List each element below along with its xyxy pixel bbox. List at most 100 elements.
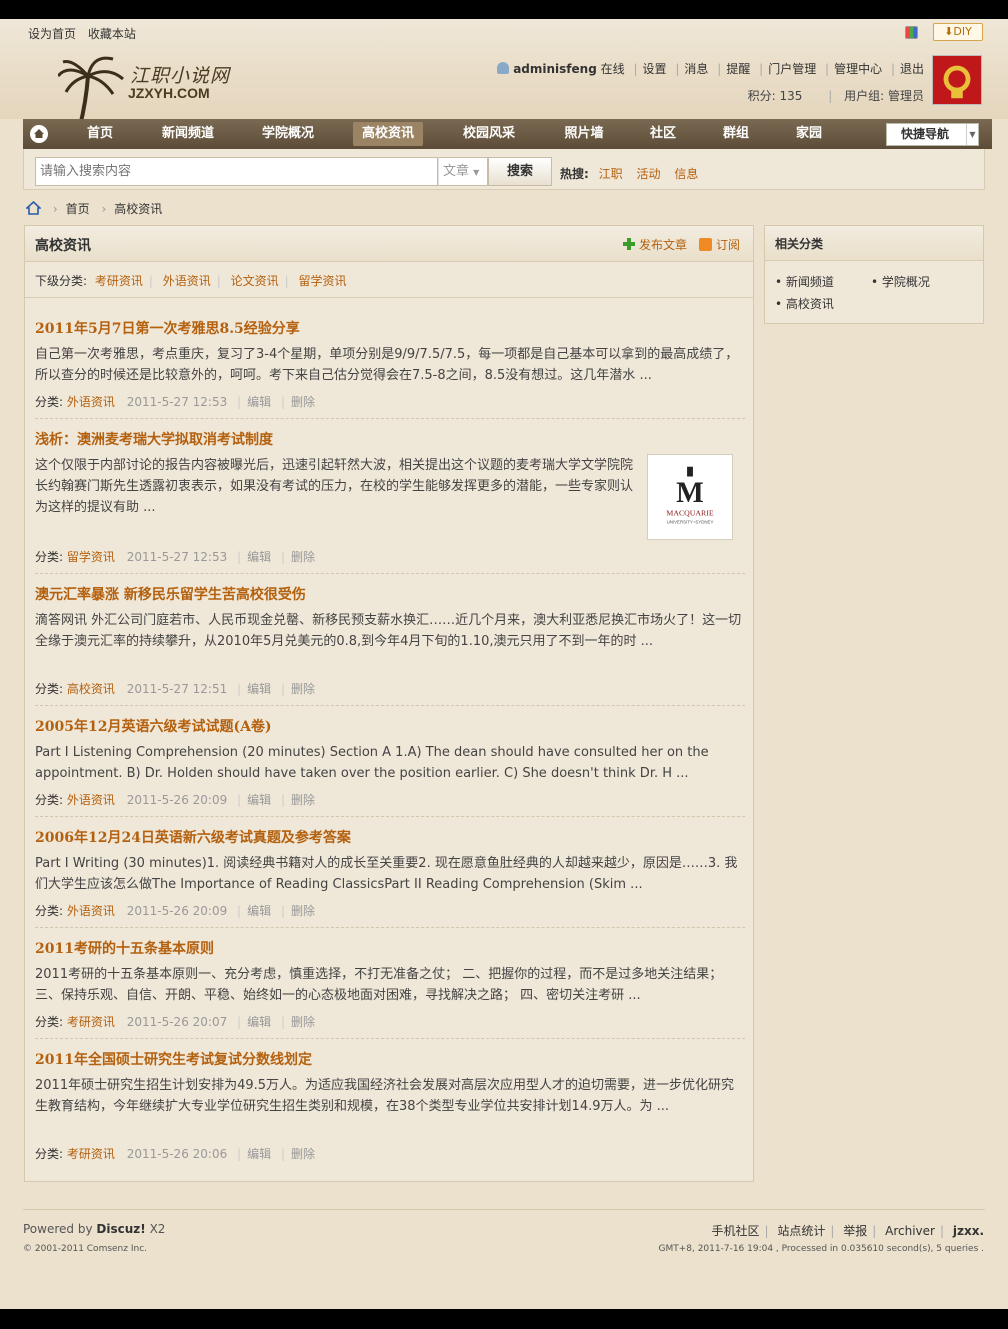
sidebar-item[interactable]: • 学院概况 [871, 273, 930, 290]
article-category[interactable]: 考研资讯 [67, 1147, 115, 1161]
admin-center-link[interactable]: 管理中心 [834, 62, 882, 76]
logout-link[interactable]: 退出 [900, 62, 924, 76]
delete-link[interactable]: 删除 [291, 1147, 315, 1161]
nav-item-home[interactable]: 首页 [75, 119, 125, 149]
article-item: 2011年全国硕士研究生考试复试分数线划定 2011年硕士研究生招生计划安排为4… [35, 1049, 745, 1161]
avatar[interactable] [932, 55, 982, 105]
svg-text:MACQUARIE: MACQUARIE [666, 509, 713, 518]
delete-link[interactable]: 删除 [291, 1015, 315, 1029]
bottom-black-bar [0, 1309, 1008, 1329]
quick-nav-button[interactable]: 快捷导航 ▼ [886, 123, 979, 146]
mobile-link[interactable]: 手机社区 [711, 1224, 759, 1238]
article-thumbnail[interactable]: M MACQUARIE UNIVERSITY~SYDNEY [647, 454, 733, 540]
nav-item-university-news[interactable]: 高校资讯 [353, 122, 423, 146]
discuz-link[interactable]: Discuz! [96, 1222, 145, 1236]
diy-button[interactable]: ⬇DIY [933, 23, 983, 41]
search-bar: 文章 ▼ 搜索 热搜: 江职 活动 信息 [23, 149, 985, 190]
edit-link[interactable]: 编辑 [247, 395, 271, 409]
article-category[interactable]: 留学资讯 [67, 550, 115, 564]
search-type-select[interactable]: 文章 ▼ [438, 157, 488, 186]
article-summary: 滴答网讯 外汇公司门庭若市、人民币现金兑罄、新移民预支薪水换汇……近几个月来，澳… [35, 613, 742, 649]
breadcrumb-home[interactable]: 首页 [66, 202, 90, 216]
report-link[interactable]: 举报 [843, 1224, 867, 1238]
article-category[interactable]: 外语资讯 [67, 904, 115, 918]
subcat-link[interactable]: 留学资讯 [299, 274, 347, 288]
article-category[interactable]: 外语资讯 [67, 395, 115, 409]
subscribe-link[interactable]: 订阅 [699, 236, 740, 253]
article-title[interactable]: 2011考研的十五条基本原则 [35, 938, 745, 958]
article-title[interactable]: 2011年5月7日第一次考雅思8.5经验分享 [35, 318, 745, 338]
user-bar: adminisfeng 在线 | 设置 | 消息 | 提醒 | 门户管理 | 管理中心 |… [497, 60, 924, 77]
home-icon[interactable] [26, 201, 41, 215]
subcat-link[interactable]: 论文资讯 [231, 274, 279, 288]
settings-link[interactable]: 设置 [643, 62, 667, 76]
powered-by: Powered by Discuz! X2 [23, 1222, 166, 1236]
article-title[interactable]: 2011年全国硕士研究生考试复试分数线划定 [35, 1049, 745, 1069]
stats-link[interactable]: 站点统计 [777, 1224, 825, 1238]
delete-link[interactable]: 删除 [291, 904, 315, 918]
nav-item-news[interactable]: 新闻频道 [153, 119, 223, 149]
user-group-link[interactable]: 用户组: 管理员 [844, 89, 924, 103]
delete-link[interactable]: 删除 [291, 395, 315, 409]
username-link[interactable]: adminisfeng [513, 62, 597, 76]
article-title[interactable]: 澳元汇率暴涨 新移民乐留学生苦高校很受伤 [35, 584, 745, 604]
article-date: 2011-5-26 20:07 [126, 1015, 228, 1029]
points-link[interactable]: 积分: 135 [748, 89, 803, 103]
edit-link[interactable]: 编辑 [247, 1015, 271, 1029]
article-title[interactable]: 2006年12月24日英语新六级考试真题及参考答案 [35, 827, 745, 847]
nav-item-community[interactable]: 社区 [643, 119, 683, 149]
hot-search-item[interactable]: 江职 [599, 167, 623, 181]
nav-item-home-space[interactable]: 家园 [789, 119, 829, 149]
processing-stats: GMT+8, 2011-7-16 19:04 , Processed in 0.… [658, 1244, 984, 1254]
reminders-link[interactable]: 提醒 [726, 62, 750, 76]
article-list-panel: 高校资讯 发布文章 订阅 下级分类: 考研资讯 | 外语资讯 | 论文资讯 | 留学资… [24, 225, 754, 1182]
article-title[interactable]: 2005年12月英语六级考试试题(A卷) [35, 716, 745, 736]
edit-link[interactable]: 编辑 [247, 793, 271, 807]
article-category[interactable]: 考研资讯 [67, 1015, 115, 1029]
article-item: 2005年12月英语六级考试试题(A卷) Part I Listening Co… [35, 716, 745, 817]
article-item: 浅析：澳洲麦考瑞大学拟取消考试制度 这个仅限于内部讨论的报告内容被曝光后，迅速引… [35, 429, 745, 574]
article-title[interactable]: 浅析：澳洲麦考瑞大学拟取消考试制度 [35, 429, 745, 449]
article-category[interactable]: 外语资讯 [67, 793, 115, 807]
article-summary: Part I Listening Comprehension (20 minut… [35, 745, 709, 781]
article-item: 澳元汇率暴涨 新移民乐留学生苦高校很受伤 滴答网讯 外汇公司门庭若市、人民币现金… [35, 584, 745, 706]
online-status: 在线 [600, 62, 625, 76]
post-article-link[interactable]: 发布文章 [623, 236, 687, 253]
sidebar-item[interactable]: • 高校资讯 [775, 295, 834, 312]
messages-link[interactable]: 消息 [684, 62, 708, 76]
hot-search-item[interactable]: 信息 [674, 167, 698, 181]
sidebar-item[interactable]: • 新闻频道 [775, 273, 834, 290]
nav-item-photos[interactable]: 照片墙 [556, 119, 612, 149]
nav-item-groups[interactable]: 群组 [716, 119, 756, 149]
search-button[interactable]: 搜索 [488, 157, 552, 186]
edit-link[interactable]: 编辑 [247, 904, 271, 918]
breadcrumb-current[interactable]: 高校资讯 [114, 202, 162, 216]
edit-link[interactable]: 编辑 [247, 550, 271, 564]
header: 设为首页 收藏本站 ⬇DIY 江职小说网 JZXYH.COM adminisfe… [0, 19, 1008, 139]
portal-admin-link[interactable]: 门户管理 [768, 62, 816, 76]
site-link[interactable]: jzxx. [953, 1224, 984, 1238]
color-scheme-icon[interactable] [905, 26, 918, 39]
home-icon[interactable] [30, 125, 48, 143]
bookmark-link[interactable]: 收藏本站 [88, 27, 136, 41]
subcat-link[interactable]: 外语资讯 [163, 274, 211, 288]
article-date: 2011-5-26 20:09 [126, 793, 228, 807]
delete-link[interactable]: 删除 [291, 793, 315, 807]
article-meta: 分类: 外语资讯 2011-5-27 12:53 | 编辑 | 删除 [35, 395, 315, 409]
sidebar-title: 相关分类 [765, 226, 983, 261]
nav-item-college[interactable]: 学院概况 [253, 119, 323, 149]
delete-link[interactable]: 删除 [291, 682, 315, 696]
hot-search-item[interactable]: 活动 [636, 167, 660, 181]
set-homepage-link[interactable]: 设为首页 [28, 27, 76, 41]
nav-item-campus[interactable]: 校园风采 [454, 119, 524, 149]
article-meta: 分类: 考研资讯 2011-5-26 20:07 | 编辑 | 删除 [35, 1015, 315, 1029]
delete-link[interactable]: 删除 [291, 550, 315, 564]
edit-link[interactable]: 编辑 [247, 682, 271, 696]
edit-link[interactable]: 编辑 [247, 1147, 271, 1161]
search-input[interactable] [35, 157, 438, 186]
subcat-link[interactable]: 考研资讯 [95, 274, 143, 288]
article-category[interactable]: 高校资讯 [67, 682, 115, 696]
panel-header: 高校资讯 发布文章 订阅 [25, 226, 753, 262]
article-summary: 2011考研的十五条基本原则一、充分考虑，慎重选择，不打无准备之仗； 二、把握你… [35, 967, 723, 1003]
archiver-link[interactable]: Archiver [885, 1224, 935, 1238]
